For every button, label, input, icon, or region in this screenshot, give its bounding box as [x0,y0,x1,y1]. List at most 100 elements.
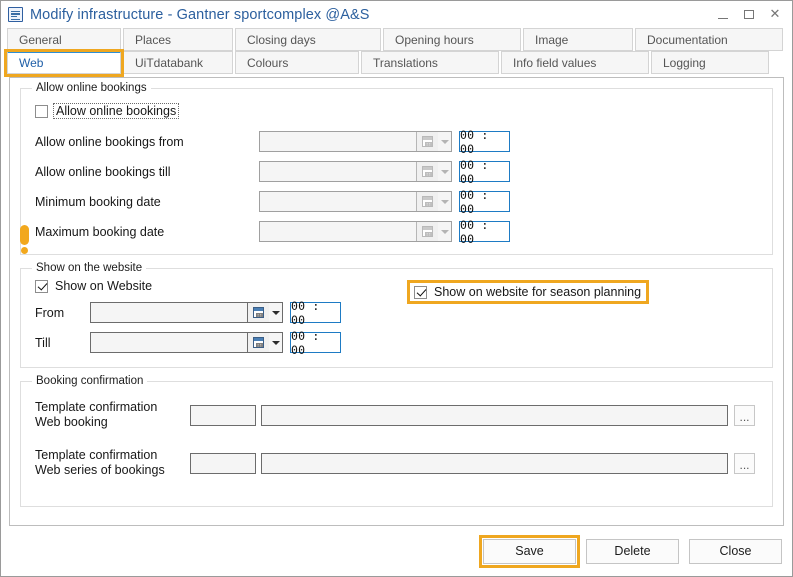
label-template-confirmation-web-booking: Template confirmation Web booking [35,400,190,430]
allow-online-bookings-from-date[interactable] [259,131,452,152]
show-on-website-from-row: From 00 : 00 [35,299,341,327]
show-on-website-till-time[interactable]: 00 : 00 [290,329,341,357]
dialog-footer: Save Delete Close [1,526,792,576]
tab-documentation[interactable]: Documentation [635,28,783,51]
tab-row-1: General Places Closing days Opening hour… [7,28,787,51]
calendar-icon[interactable] [247,333,269,352]
modify-infrastructure-window: Modify infrastructure - Gantner sportcom… [0,0,793,577]
allow-online-bookings-from-row: Allow online bookings from 00 : 00 [35,128,758,156]
template-web-series-code-field[interactable] [190,452,256,474]
tab-content-panel: Allow online bookings Allow online booki… [9,77,784,526]
minimum-booking-date-field[interactable] [259,191,452,212]
show-on-website-season-planning-checkbox[interactable] [414,285,427,299]
tab-image[interactable]: Image [523,28,633,51]
allow-online-bookings-from-date-text[interactable] [260,132,416,151]
show-on-website-checkbox[interactable] [35,279,48,293]
chevron-down-icon[interactable] [438,132,451,151]
tab-strip: General Places Closing days Opening hour… [1,28,792,77]
label-maximum-booking-date: Maximum booking date [35,224,165,239]
label-line-1: Template confirmation [35,400,158,414]
show-on-website-till-date-text[interactable] [91,333,247,352]
tab-uitdatabank[interactable]: UiTdatabank [123,51,233,74]
tab-logging[interactable]: Logging [651,51,769,74]
label-allow-online-bookings-from: Allow online bookings from [35,134,184,149]
group-title-allow-online-bookings: Allow online bookings [32,82,151,94]
template-web-booking-browse-button[interactable]: ... [734,404,755,426]
allow-online-bookings-group: Allow online bookings Allow online booki… [20,82,773,255]
show-on-website-from-time[interactable]: 00 : 00 [290,299,341,327]
close-icon[interactable]: ✕ [762,4,788,26]
template-web-booking-code-field[interactable] [190,404,256,426]
delete-button[interactable]: Delete [586,538,679,564]
show-on-website-season-planning-label: Show on website for season planning [434,285,642,299]
attention-exclamation-marker [20,225,29,254]
label-line-1: Template confirmation [35,448,158,462]
tab-info-field-values[interactable]: Info field values [501,51,649,74]
chevron-down-icon[interactable] [438,192,451,211]
show-on-website-from-date-text[interactable] [91,303,247,322]
allow-online-bookings-checkbox-row[interactable]: Allow online bookings [35,103,758,119]
template-confirmation-web-series-row: Template confirmation Web series of book… [35,448,758,478]
maximum-booking-date-row: Maximum booking date 00 : 00 [35,218,758,246]
tab-general[interactable]: General [7,28,121,51]
maximum-booking-date-time[interactable]: 00 : 00 [459,218,510,246]
show-on-website-from-date[interactable] [90,302,283,323]
allow-online-bookings-checkbox[interactable] [35,104,48,118]
allow-online-bookings-till-date[interactable] [259,161,452,182]
allow-online-bookings-from-time[interactable]: 00 : 00 [459,128,510,156]
show-on-website-group: Show on the website Show on Website From [20,262,773,368]
maximum-booking-date-text[interactable] [260,222,416,241]
minimum-booking-date-text[interactable] [260,192,416,211]
show-on-website-till-row: Till 00 : 00 [35,329,341,357]
close-button[interactable]: Close [689,538,782,564]
chevron-down-icon[interactable] [438,222,451,241]
show-on-website-checkbox-row[interactable]: Show on Website [35,279,341,293]
chevron-down-icon[interactable] [269,303,282,322]
title-bar: Modify infrastructure - Gantner sportcom… [1,1,792,28]
maximize-button[interactable] [736,4,762,26]
label-line-2: Web booking [35,415,108,429]
allow-online-bookings-checkbox-label: Allow online bookings [53,103,180,119]
calendar-icon[interactable] [416,162,438,181]
chevron-down-icon[interactable] [438,162,451,181]
booking-confirmation-group: Booking confirmation Template confirmati… [20,375,773,507]
group-title-show-on-the-website: Show on the website [32,262,147,274]
label-allow-online-bookings-till: Allow online bookings till [35,164,171,179]
label-line-2: Web series of bookings [35,463,165,477]
template-web-series-name-field[interactable] [261,452,728,474]
tab-places[interactable]: Places [123,28,233,51]
calendar-icon[interactable] [416,132,438,151]
label-minimum-booking-date: Minimum booking date [35,194,161,209]
calendar-icon[interactable] [247,303,269,322]
template-web-series-browse-button[interactable]: ... [734,452,755,474]
tab-opening-hours[interactable]: Opening hours [383,28,521,51]
allow-online-bookings-till-date-text[interactable] [260,162,416,181]
calendar-icon[interactable] [416,222,438,241]
minimum-booking-date-time[interactable]: 00 : 00 [459,188,510,216]
maximum-booking-date-field[interactable] [259,221,452,242]
group-title-booking-confirmation: Booking confirmation [32,375,148,387]
template-confirmation-web-booking-row: Template confirmation Web booking ... [35,400,758,430]
tab-closing-days[interactable]: Closing days [235,28,381,51]
template-web-booking-name-field[interactable] [261,404,728,426]
label-till: Till [35,335,51,350]
label-template-confirmation-web-series: Template confirmation Web series of book… [35,448,190,478]
tab-colours[interactable]: Colours [235,51,359,74]
minimum-booking-date-row: Minimum booking date 00 : 00 [35,188,758,216]
window-title: Modify infrastructure - Gantner sportcom… [30,6,370,23]
save-button[interactable]: Save [479,534,580,568]
allow-online-bookings-till-time[interactable]: 00 : 00 [459,158,510,186]
minimize-button[interactable] [710,4,736,26]
calendar-icon[interactable] [416,192,438,211]
show-on-website-season-planning-checkbox-row[interactable]: Show on website for season planning [407,280,649,304]
show-on-website-checkbox-label: Show on Website [55,279,153,293]
window-controls: ✕ [710,1,788,28]
tab-row-2: Web UiTdatabank Colours Translations Inf… [4,49,787,77]
tab-translations[interactable]: Translations [361,51,499,74]
show-on-website-till-date[interactable] [90,332,283,353]
document-list-icon [8,7,23,22]
chevron-down-icon[interactable] [269,333,282,352]
allow-online-bookings-till-row: Allow online bookings till 00 : 00 [35,158,758,186]
tab-web[interactable]: Web [4,49,124,77]
label-from: From [35,305,65,320]
